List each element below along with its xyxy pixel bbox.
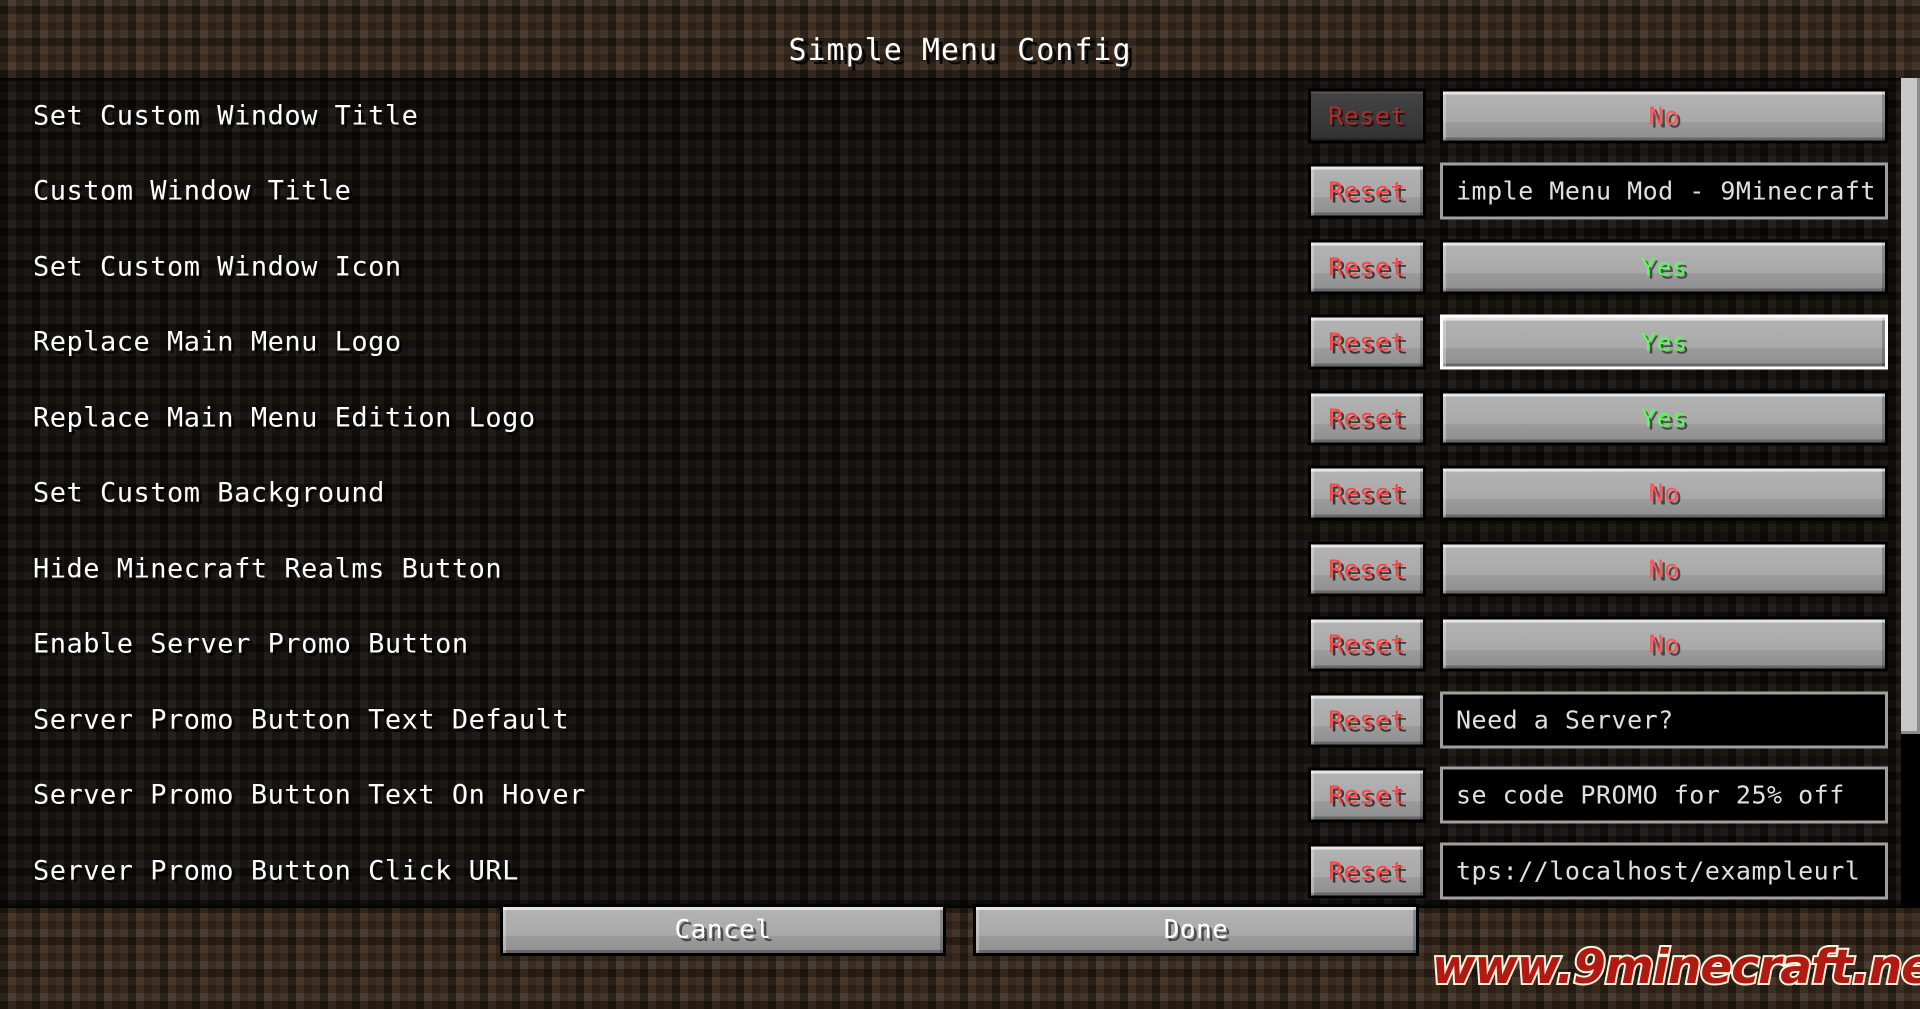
option-toggle-button[interactable]: Yes [1440,390,1888,446]
option-toggle-value: Yes [1640,327,1688,357]
option-text-input[interactable]: se code PROMO for 25% off [1440,766,1888,824]
done-button-label: Done [1163,915,1229,945]
reset-button-label: Reset [1328,327,1406,357]
reset-button-label: Reset [1328,252,1406,282]
option-row-label: Custom Window Title [33,175,352,207]
option-text-value: tps://localhost/exampleurl [1456,856,1861,886]
reset-button-label: Reset [1328,554,1406,584]
reset-button-label: Reset [1328,856,1406,886]
reset-button[interactable]: Reset [1308,541,1426,597]
option-text-value: Need a Server? [1456,705,1674,735]
reset-button-label: Reset [1328,478,1406,508]
reset-button[interactable]: Reset [1308,390,1426,446]
option-row-label: Hide Minecraft Realms Button [33,553,503,585]
reset-button[interactable]: Reset [1308,239,1426,295]
scrollbar-track[interactable] [1901,78,1920,908]
option-toggle-value: No [1648,629,1680,659]
option-toggle-button[interactable]: No [1440,465,1888,521]
option-text-input[interactable]: imple Menu Mod - 9Minecraft [1440,162,1888,220]
option-row: Hide Minecraft Realms Button Reset No [0,531,1920,607]
config-screen: Simple Menu Config Set Custom Window Tit… [0,0,1920,1009]
option-toggle-button[interactable]: No [1440,616,1888,672]
option-row: Custom Window Title Reset imple Menu Mod -… [0,154,1920,230]
scrollbar-thumb[interactable] [1901,78,1920,734]
reset-button[interactable]: Reset [1308,767,1426,823]
option-text-input[interactable]: tps://localhost/exampleurl [1440,842,1888,900]
option-text-value: se code PROMO for 25% off [1456,780,1845,810]
option-row-label: Set Custom Window Title [33,100,419,132]
reset-button[interactable]: Reset [1308,616,1426,672]
option-row-label: Replace Main Menu Edition Logo [33,402,536,434]
cancel-button[interactable]: Cancel [500,904,946,956]
options-list-inner: Set Custom Window Title Reset No Custom Win… [0,78,1920,908]
option-toggle-value: Yes [1640,403,1688,433]
reset-button: Reset [1308,88,1426,144]
option-row-label: Set Custom Window Icon [33,251,402,283]
option-toggle-value: Yes [1640,252,1688,282]
reset-button-label: Reset [1328,629,1406,659]
option-toggle-button[interactable]: Yes [1440,314,1888,370]
screen-header: Simple Menu Config [0,0,1920,78]
options-list[interactable]: Set Custom Window Title Reset No Custom Win… [0,78,1920,908]
reset-button-label: Reset [1328,101,1406,131]
option-row: Server Promo Button Click URL Reset tps://… [0,833,1920,908]
option-row: Replace Main Menu Logo Reset Yes [0,305,1920,381]
option-row-label: Enable Server Promo Button [33,628,469,660]
option-toggle-value: No [1648,478,1680,508]
option-text-input[interactable]: Need a Server? [1440,691,1888,749]
reset-button[interactable]: Reset [1308,843,1426,899]
option-toggle-value: No [1648,101,1680,131]
option-row: Server Promo Button Text On Hover Reset se… [0,758,1920,834]
option-toggle-button[interactable]: No [1440,88,1888,144]
option-row: Replace Main Menu Edition Logo Reset Yes [0,380,1920,456]
reset-button[interactable]: Reset [1308,314,1426,370]
option-row-label: Replace Main Menu Logo [33,326,402,358]
cancel-button-label: Cancel [674,915,772,945]
option-row-label: Server Promo Button Text Default [33,704,570,736]
option-toggle-button[interactable]: No [1440,541,1888,597]
option-toggle-value: No [1648,554,1680,584]
option-row: Enable Server Promo Button Reset No [0,607,1920,683]
option-row: Set Custom Window Title Reset No [0,78,1920,154]
option-text-value: imple Menu Mod - 9Minecraft [1456,176,1876,206]
reset-button[interactable]: Reset [1308,163,1426,219]
reset-button-label: Reset [1328,403,1406,433]
done-button[interactable]: Done [973,904,1419,956]
option-row-label: Set Custom Background [33,477,385,509]
reset-button-label: Reset [1328,705,1406,735]
option-row-label: Server Promo Button Click URL [33,855,519,887]
option-row: Set Custom Background Reset No [0,456,1920,532]
option-row: Server Promo Button Text Default Reset Nee… [0,682,1920,758]
option-row-label: Server Promo Button Text On Hover [33,779,586,811]
reset-button-label: Reset [1328,176,1406,206]
reset-button[interactable]: Reset [1308,465,1426,521]
reset-button[interactable]: Reset [1308,692,1426,748]
page-title: Simple Menu Config [788,33,1132,68]
option-row: Set Custom Window Icon Reset Yes [0,229,1920,305]
reset-button-label: Reset [1328,780,1406,810]
option-toggle-button[interactable]: Yes [1440,239,1888,295]
site-watermark: www.9minecraft.net [1430,938,1920,997]
